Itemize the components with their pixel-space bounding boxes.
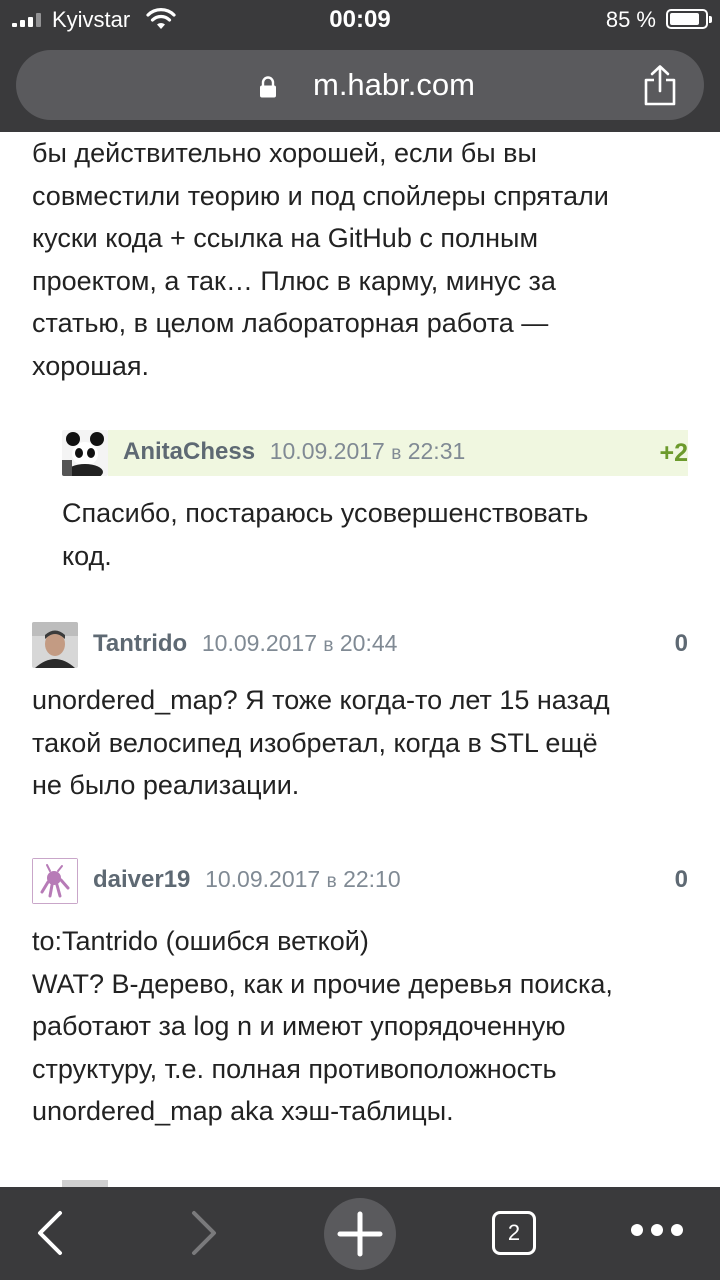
comment-body: unordered_map? Я тоже когда-то лет 15 на… <box>32 685 610 800</box>
comment-username[interactable]: daiver19 10.09.2017 в 22:10 <box>93 866 401 894</box>
comment-timestamp: 10.09.2017 в 20:44 <box>201 630 398 656</box>
comment-score: 0 <box>674 630 688 657</box>
more-icon[interactable] <box>630 1223 684 1237</box>
comment-username[interactable]: Tantrido 10.09.2017 в 20:44 <box>93 630 397 658</box>
comment-username[interactable]: AnitaChess 10.09.2017 в 22:31 <box>123 438 465 466</box>
address-bar: m.habr.com <box>0 40 720 132</box>
battery-icon <box>666 9 712 29</box>
status-bar: Kyivstar 00:09 85 % <box>0 0 720 40</box>
username-text[interactable]: Tantrido <box>93 630 187 657</box>
comment-header: AnitaChess 10.09.2017 в 22:31 +2 <box>62 430 688 476</box>
comment-body: бы действительно хорошей, если бы вы сов… <box>32 138 609 381</box>
comment-score: +2 <box>659 439 688 467</box>
comment-score: 0 <box>674 866 688 893</box>
back-icon[interactable] <box>32 1209 68 1257</box>
avatar[interactable] <box>62 1180 108 1187</box>
comment-body: to:Tantrido (ошибся веткой) WAT? В-дерев… <box>32 926 613 1126</box>
username-text[interactable]: daiver19 <box>93 866 190 893</box>
browser-toolbar: 2 <box>0 1187 720 1280</box>
tab-count: 2 <box>507 1220 521 1245</box>
url-field[interactable]: m.habr.com <box>16 50 704 120</box>
url-text: m.habr.com <box>313 67 475 102</box>
lock-icon <box>260 76 276 98</box>
username-text[interactable]: AnitaChess <box>123 438 255 465</box>
comment-timestamp: 10.09.2017 в 22:31 <box>269 438 466 464</box>
battery-percent: 85 % <box>605 7 656 32</box>
comment-timestamp: 10.09.2017 в 22:10 <box>205 866 401 892</box>
battery-level <box>670 13 699 25</box>
comment-header: Tantrido 10.09.2017 в 20:44 0 <box>32 622 688 670</box>
comment-header: daiver19 10.09.2017 в 22:10 0 <box>32 858 688 906</box>
avatar[interactable] <box>32 858 78 904</box>
new-tab-icon[interactable] <box>322 1196 398 1272</box>
tabs-icon[interactable]: 2 <box>492 1211 536 1255</box>
share-icon[interactable] <box>640 64 680 106</box>
forward-icon[interactable] <box>186 1209 222 1257</box>
page-content: бы действительно хорошей, если бы вы сов… <box>0 132 720 1187</box>
avatar[interactable] <box>62 430 108 476</box>
comment-body: Спасибо, постараюсь усовершенствовать ко… <box>62 498 589 571</box>
avatar[interactable] <box>32 622 78 668</box>
